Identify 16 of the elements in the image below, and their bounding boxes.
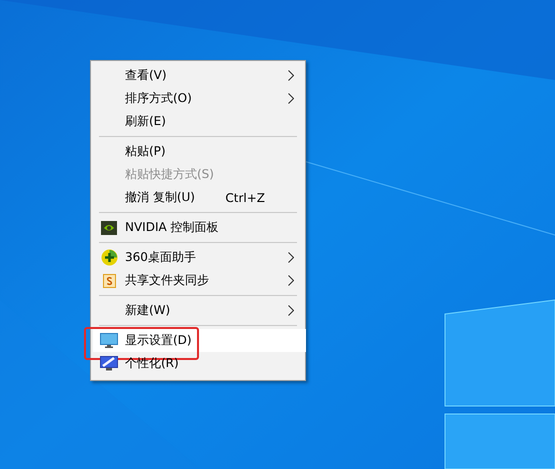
menu-item[interactable]: 粘贴(P) — [93, 140, 303, 163]
menu-item[interactable]: 个性化(R) — [93, 352, 303, 375]
menu-item[interactable]: 查看(V) — [93, 64, 303, 87]
s-tile-icon — [102, 274, 116, 288]
menu-item[interactable]: 撤消 复制(U) Ctrl+Z — [93, 186, 303, 209]
menu-item[interactable]: 共享文件夹同步 — [93, 269, 303, 292]
monitor-brush-icon — [100, 356, 118, 371]
shortcut-label: Ctrl+Z — [225, 190, 265, 204]
menu-item[interactable]: 刷新(E) — [93, 110, 303, 133]
menu-item[interactable]: NVIDIA 控制面板 — [93, 216, 303, 239]
menu-item[interactable]: 显示设置(D) — [93, 329, 306, 352]
monitor-icon — [100, 333, 118, 348]
menu-item[interactable]: 新建(W) — [93, 299, 303, 322]
menu-item[interactable]: 360桌面助手 — [93, 246, 303, 269]
menu-item[interactable]: 排序方式(O) — [93, 87, 303, 110]
plus-circle-icon — [100, 249, 118, 266]
